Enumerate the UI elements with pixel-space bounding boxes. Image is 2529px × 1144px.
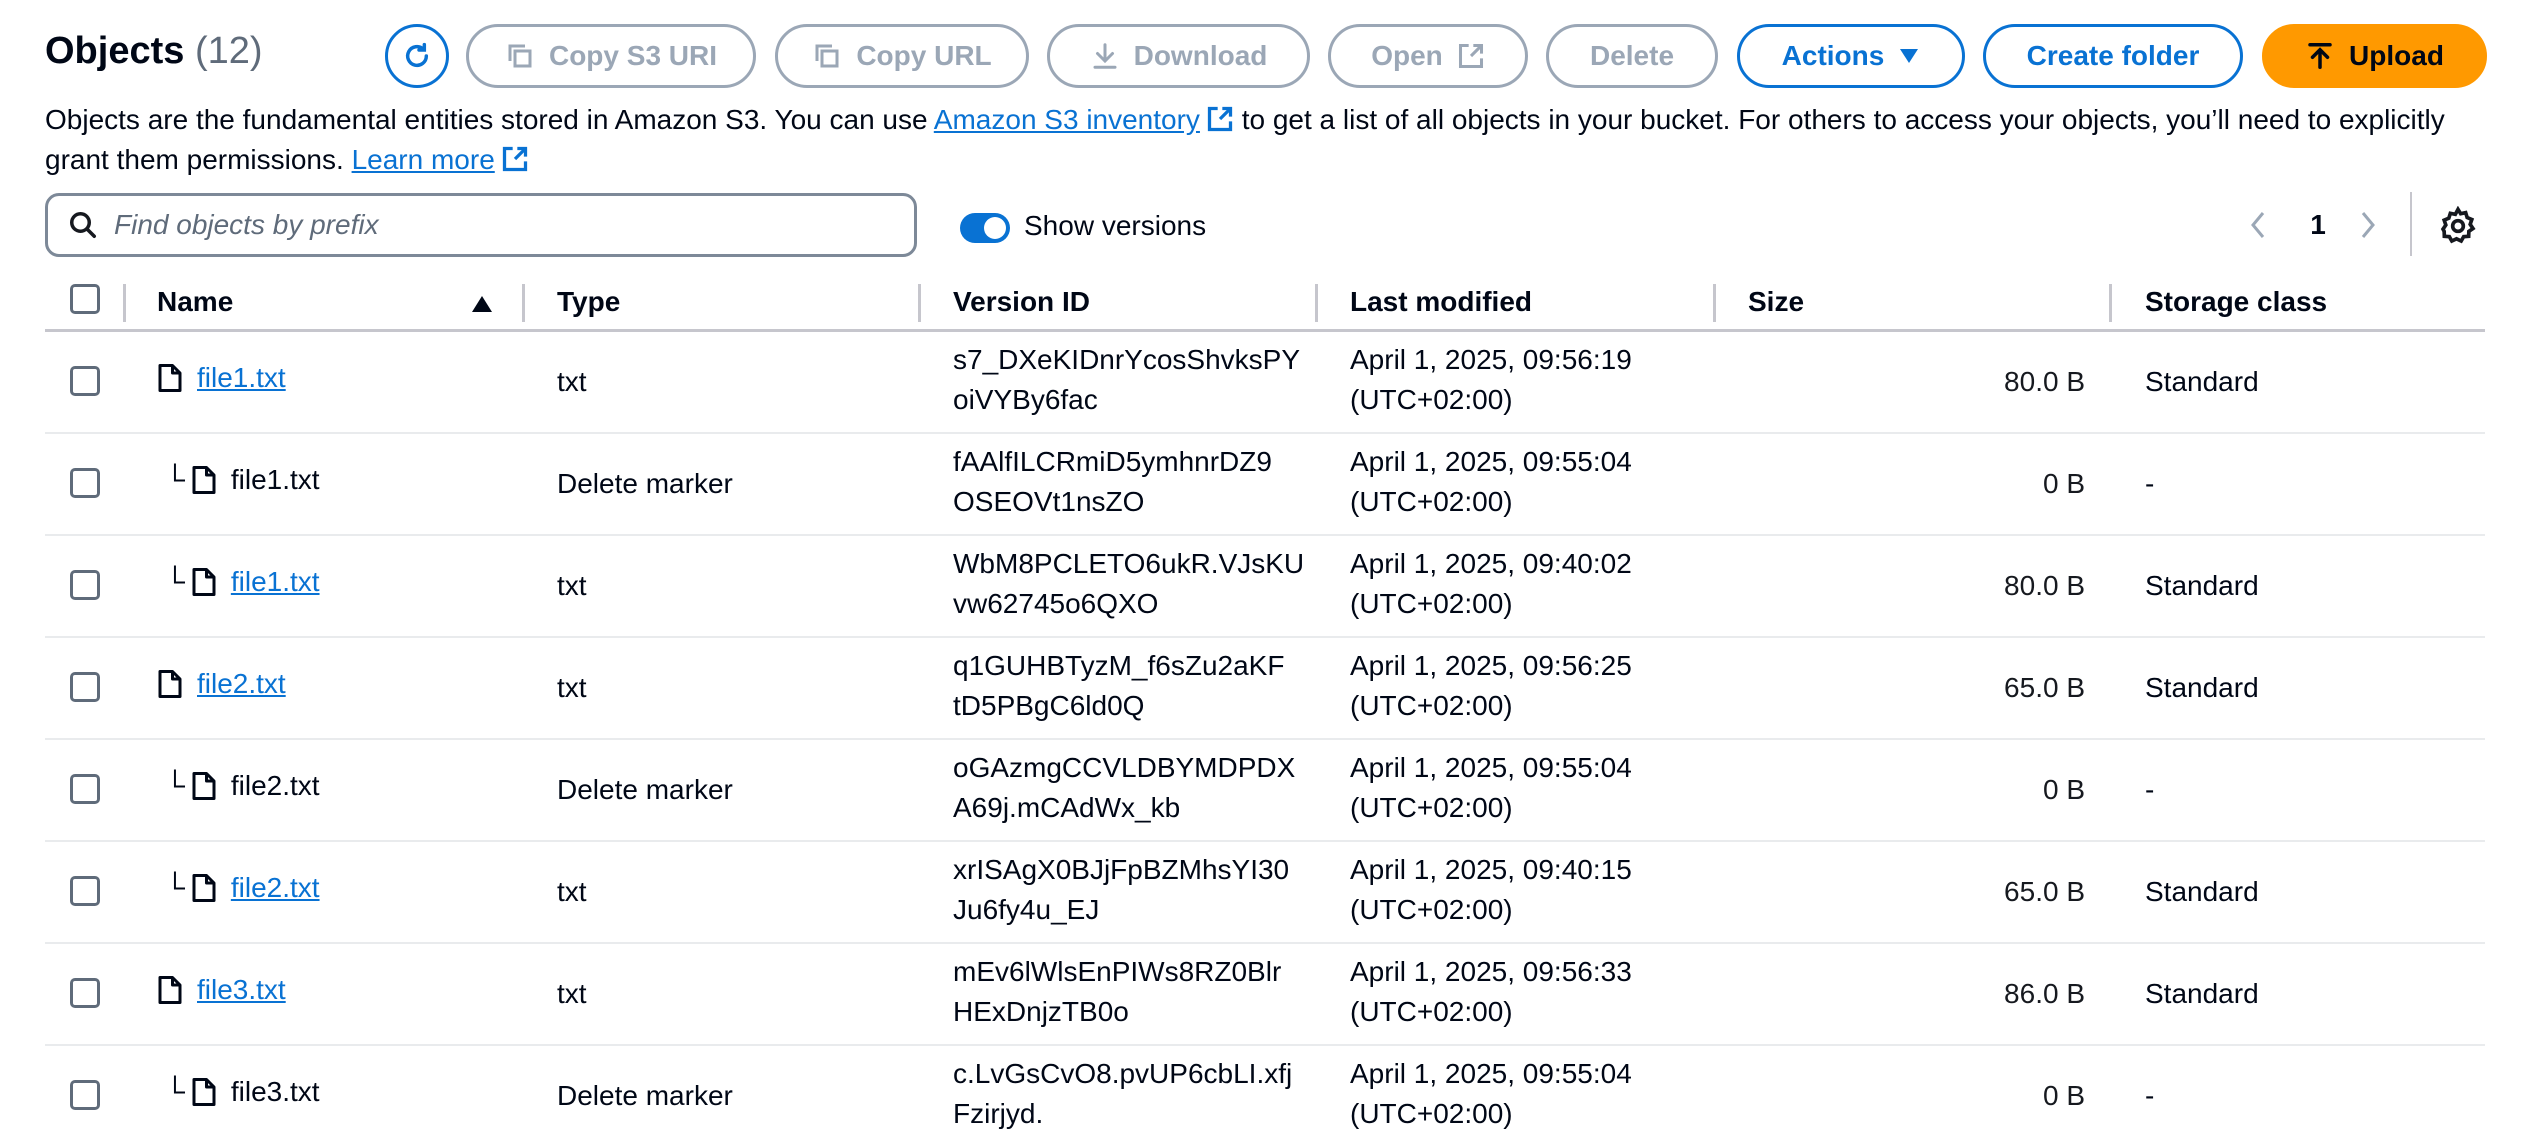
copy-icon [815, 44, 839, 68]
table-row[interactable]: └ file3.txt Delete marker c.LvGsCvO8.pvUP6c… [45, 1046, 2485, 1144]
table-row[interactable]: └ file1.txt txt WbM8PCLETO6ukR.VJsKU vw62745… [45, 536, 2485, 638]
show-versions-toggle[interactable] [960, 213, 1010, 243]
select-all-checkbox[interactable] [70, 284, 100, 314]
refresh-icon [405, 42, 429, 68]
object-size: 0 B [2042, 774, 2085, 805]
copy-icon [508, 44, 532, 68]
storage-class: - [2145, 468, 2155, 499]
objects-description: Objects are the fundamental entities sto… [45, 100, 2485, 180]
object-size: 65.0 B [2004, 672, 2085, 703]
table-row[interactable]: └ file1.txt Delete marker fAAlfILCRmiD5ymhn… [45, 434, 2485, 536]
learn-more-link[interactable]: Learn more [352, 144, 495, 175]
storage-class: Standard [2145, 978, 2259, 1009]
column-separator [1713, 284, 1716, 322]
column-storage-class[interactable]: Storage class [2145, 286, 2327, 318]
object-size: 0 B [2042, 1080, 2085, 1111]
download-button[interactable]: Download [1047, 24, 1310, 88]
table-header: Name Type Version ID Last modified Size … [45, 276, 2485, 332]
show-versions-label: Show versions [1024, 210, 1207, 241]
download-icon [1093, 43, 1117, 69]
upload-label: Upload [2349, 40, 2444, 71]
actions-label: Actions [1781, 40, 1885, 71]
open-button[interactable]: Open [1328, 24, 1528, 88]
storage-class: Standard [2145, 876, 2259, 907]
next-page-button[interactable] [2350, 203, 2386, 247]
sort-ascending-icon[interactable] [470, 294, 494, 314]
table-row[interactable]: └ file2.txt txt xrISAgX0BJjFpBZMhsYI30 Ju6fy… [45, 842, 2485, 944]
chevron-left-icon [2251, 212, 2265, 238]
object-size: 65.0 B [2004, 876, 2085, 907]
object-size: 0 B [2042, 468, 2085, 499]
create-folder-button[interactable]: Create folder [1983, 24, 2243, 88]
search-icon [70, 212, 96, 238]
column-last-modified[interactable]: Last modified [1350, 286, 1532, 318]
title-text: Objects [45, 30, 185, 72]
object-size: 80.0 B [2004, 570, 2085, 601]
copy-url-button[interactable]: Copy URL [775, 24, 1029, 88]
copy-s3-uri-button[interactable]: Copy S3 URI [466, 24, 756, 88]
object-count: (12) [194, 30, 263, 72]
table-row[interactable]: └ file2.txt Delete marker oGAzmgCCVLDBYMDPD… [45, 740, 2485, 842]
column-separator [918, 284, 921, 322]
gear-icon[interactable] [2438, 206, 2478, 246]
open-label: Open [1371, 40, 1443, 71]
copy-url-label: Copy URL [856, 40, 992, 71]
search-input[interactable] [114, 209, 874, 241]
page-title: Objects (12) [45, 30, 263, 73]
column-separator [123, 284, 126, 322]
upload-icon [2308, 43, 2332, 69]
object-size: 80.0 B [2004, 366, 2085, 397]
upload-button[interactable]: Upload [2262, 24, 2487, 88]
table-body: file1.txt txt s7_DXeKIDnrYcosShvksPY oiVYBy… [45, 332, 2485, 1144]
create-folder-label: Create folder [2026, 40, 2200, 71]
pager-divider [2410, 192, 2412, 256]
delete-label: Delete [1589, 40, 1675, 71]
external-link-icon [1207, 106, 1233, 132]
chevron-right-icon [2361, 212, 2375, 238]
download-label: Download [1133, 40, 1268, 71]
column-size[interactable]: Size [1748, 286, 1804, 318]
actions-dropdown[interactable]: Actions [1737, 24, 1965, 88]
storage-class: Standard [2145, 366, 2259, 397]
object-size: 86.0 B [2004, 978, 2085, 1009]
column-type[interactable]: Type [557, 286, 620, 318]
previous-page-button[interactable] [2240, 203, 2276, 247]
storage-class: - [2145, 774, 2155, 805]
column-separator [1315, 284, 1318, 322]
external-link-icon [502, 146, 527, 172]
current-page[interactable]: 1 [2300, 203, 2336, 247]
table-row[interactable]: file2.txt txt q1GUHBTyzM_f6sZu2aKF tD5PBgC6… [45, 638, 2485, 740]
search-box[interactable] [45, 193, 917, 257]
storage-class: - [2145, 1080, 2155, 1111]
column-separator [2109, 284, 2112, 322]
column-version-id[interactable]: Version ID [953, 286, 1090, 318]
refresh-button[interactable] [385, 24, 449, 88]
external-link-icon [1458, 43, 1483, 69]
column-separator [522, 284, 525, 322]
storage-class: Standard [2145, 570, 2259, 601]
table-row[interactable]: file1.txt txt s7_DXeKIDnrYcosShvksPY oiVYBy… [45, 332, 2485, 434]
table-row[interactable]: file3.txt txt mEv6lWlsEnPIWs8RZ0Blr HExDnjz… [45, 944, 2485, 1046]
column-name[interactable]: Name [157, 286, 233, 318]
desc-text-1: Objects are the fundamental entities sto… [45, 104, 934, 135]
inventory-link[interactable]: Amazon S3 inventory [934, 104, 1200, 135]
delete-button[interactable]: Delete [1546, 24, 1718, 88]
copy-s3-uri-label: Copy S3 URI [548, 40, 718, 71]
objects-table: Name Type Version ID Last modified Size … [45, 276, 2485, 1144]
storage-class: Standard [2145, 672, 2259, 703]
caret-down-icon [1900, 49, 1919, 63]
